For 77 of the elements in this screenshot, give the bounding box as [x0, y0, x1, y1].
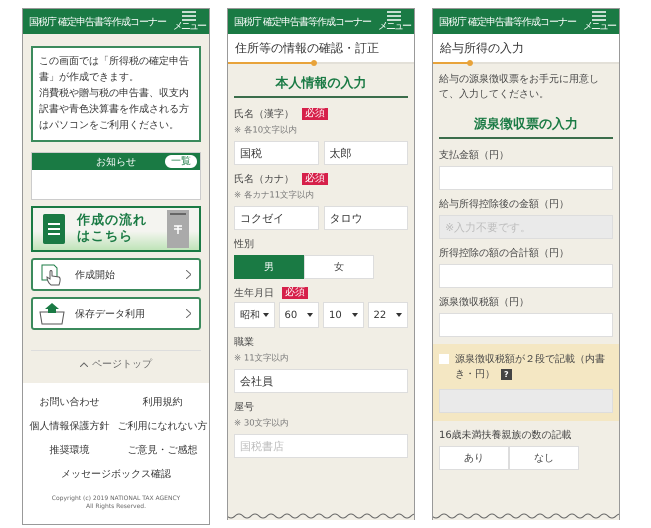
- footer-link[interactable]: ご利用になれない方: [118, 419, 208, 433]
- input-field[interactable]: [439, 264, 613, 288]
- input-field[interactable]: 国税: [234, 141, 318, 165]
- folder-upload-icon: [39, 302, 65, 324]
- section-heading: 源泉徴収票の入力: [439, 115, 613, 139]
- action-button[interactable]: 保存データ利用: [31, 297, 201, 330]
- menu-button[interactable]: メニュー: [173, 11, 205, 32]
- input-field[interactable]: [439, 313, 613, 337]
- menu-button[interactable]: メニュー: [378, 11, 410, 32]
- field-note: ※ 11文字以内: [234, 352, 290, 364]
- help-badge[interactable]: ?: [501, 369, 512, 380]
- select-field[interactable]: 60: [278, 302, 319, 328]
- action-button[interactable]: 作成開始: [31, 258, 201, 291]
- input-field[interactable]: [439, 166, 613, 190]
- caret-icon: [352, 313, 358, 317]
- field-label: 屋号: [234, 401, 254, 414]
- field-note: ※ 30文字以内: [234, 417, 290, 429]
- required-badge: 必須: [302, 108, 328, 120]
- menu-button[interactable]: メニュー: [583, 11, 615, 32]
- input-field[interactable]: コクゼイ: [234, 206, 318, 230]
- document-icon: [43, 214, 65, 244]
- field-label: 支払金額（円）: [439, 148, 509, 162]
- field-note: ※ 各10文字以内: [234, 124, 298, 136]
- field-label: 所得控除の額の合計額（円）: [439, 246, 569, 260]
- caret-up-icon: [80, 362, 88, 366]
- caret-icon: [396, 313, 402, 317]
- select-field[interactable]: 22: [368, 302, 408, 328]
- caret-icon: [262, 313, 268, 317]
- footer-link[interactable]: メッセージボックス確認: [61, 467, 171, 481]
- footer-link[interactable]: 利用規約: [142, 395, 182, 409]
- app-title: 国税庁 確定申告書等作成コーナー: [234, 16, 372, 28]
- section-heading: 本人情報の入力: [234, 74, 408, 98]
- option-button[interactable]: なし: [509, 446, 579, 470]
- menu-icon: [182, 11, 196, 21]
- list-button[interactable]: 一覧: [165, 155, 197, 168]
- field-label: 生年月日: [234, 286, 274, 300]
- field-label: 職業: [234, 336, 254, 349]
- field-label: 氏名（カナ）: [234, 172, 294, 186]
- required-badge: 必須: [302, 173, 328, 185]
- field-label: 16歳未満扶養親族の数の記載: [439, 428, 572, 442]
- required-badge: 必須: [282, 287, 308, 299]
- footer-link[interactable]: 個人情報保護方針: [30, 419, 110, 433]
- select-field[interactable]: 10: [323, 302, 364, 328]
- chevron-right-icon: [186, 309, 191, 318]
- option-button[interactable]: あり: [439, 446, 509, 470]
- caret-icon: [307, 313, 313, 317]
- intro-text: 消費税や贈与税の申告書、収支内訳書や青色決算書を作成される方はパソコンをご利用ください。: [39, 86, 190, 133]
- checkbox[interactable]: [439, 354, 449, 364]
- menu-icon: [592, 11, 606, 21]
- field-label: 性別: [234, 238, 254, 251]
- section-title: 給与所得の入力: [440, 40, 524, 56]
- notice-title: お知らせ: [96, 156, 136, 168]
- chevron-right-icon: [186, 270, 191, 279]
- mailbox-icon: [167, 210, 189, 248]
- field-label: 源泉徴収税額（円）: [439, 296, 529, 309]
- input-field[interactable]: 会社員: [234, 369, 408, 393]
- field-label: 給与所得控除後の金額（円）: [439, 198, 569, 211]
- field-note: ※ 各カナ11文字以内: [234, 189, 316, 201]
- section-title: 住所等の情報の確認・訂正: [235, 40, 379, 56]
- menu-icon: [387, 11, 401, 21]
- footer-link[interactable]: ご意見・ご感想: [128, 443, 198, 457]
- option-button[interactable]: 女: [304, 255, 374, 279]
- flow-guide-banner[interactable]: 作成の流れはこちら: [31, 206, 201, 252]
- instruction-text: 給与の源泉徴収票をお手元に用意して、入力してください。: [439, 72, 600, 102]
- input-field[interactable]: 太郎: [324, 141, 408, 165]
- footer-link[interactable]: お問い合わせ: [40, 395, 100, 409]
- select-field[interactable]: 昭和: [234, 302, 274, 328]
- option-button[interactable]: 男: [234, 255, 304, 279]
- footer-link[interactable]: 推奨環境: [50, 443, 90, 457]
- input-field[interactable]: タロウ: [324, 206, 408, 230]
- app-title: 国税庁 確定申告書等作成コーナー: [29, 16, 166, 28]
- input-field[interactable]: 国税書店: [234, 434, 408, 458]
- intro-text: この画面では「所得税の確定申告書」が作成できます。: [39, 54, 190, 85]
- page-top-link[interactable]: ページトップ: [80, 357, 152, 377]
- checkbox-label: 源泉徴収税額が２段で記載（内書き・円） ?: [455, 352, 606, 382]
- field-label: 氏名（漢字）: [234, 108, 294, 121]
- app-title: 国税庁 確定申告書等作成コーナー: [439, 16, 576, 28]
